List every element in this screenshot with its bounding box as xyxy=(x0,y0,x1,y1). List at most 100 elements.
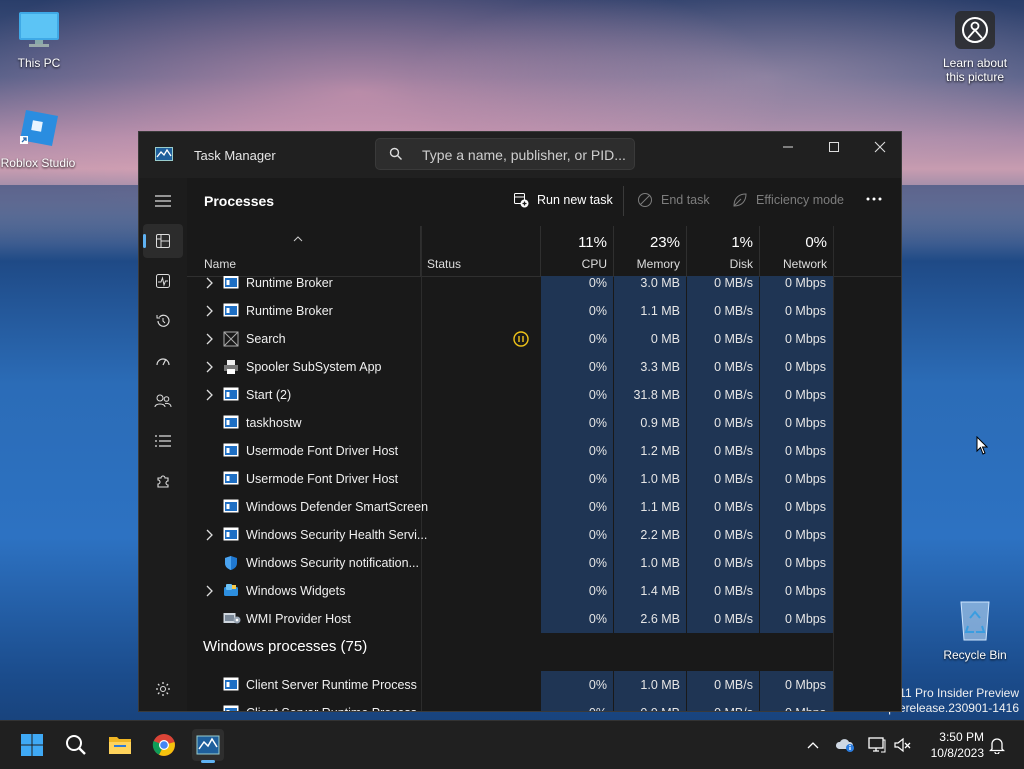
desktop-icon-this-pc[interactable]: This PC xyxy=(0,10,81,70)
taskbar-search-button[interactable] xyxy=(60,729,92,761)
expand-chevron-icon[interactable] xyxy=(205,305,213,320)
minimize-button[interactable] xyxy=(765,132,811,162)
task-manager-app-icon xyxy=(155,147,173,166)
gear-icon xyxy=(156,682,170,696)
cloud-info-icon xyxy=(835,739,854,752)
nav-users[interactable] xyxy=(143,384,183,418)
expand-chevron-icon[interactable] xyxy=(205,389,213,404)
notifications-button[interactable] xyxy=(981,729,1013,761)
folder-icon xyxy=(109,737,131,754)
table-row[interactable]: 0% 1.0 MB 0 MB/s 0 Mbps Client Server Runtim… xyxy=(187,671,901,699)
window-title: Task Manager xyxy=(194,148,276,163)
table-row[interactable]: 0% 1.1 MB 0 MB/s 0 Mbps Runtime Broker xyxy=(187,297,901,325)
table-row[interactable]: 0% 1.0 MB 0 MB/s 0 Mbps Usermode Font Driver… xyxy=(187,465,901,493)
desktop-icon-label-line1: Learn about xyxy=(942,56,1008,70)
taskbar-chrome[interactable] xyxy=(148,729,180,761)
startup-gauge-icon xyxy=(156,358,170,366)
taskbar-task-manager[interactable] xyxy=(192,729,224,763)
expand-chevron-icon[interactable] xyxy=(205,361,213,376)
table-row[interactable]: 0% 0.9 MB 0 MB/s 0 Mbps Client Server Runtim… xyxy=(187,699,901,711)
column-cpu-label: CPU xyxy=(581,257,607,271)
expand-chevron-icon[interactable] xyxy=(205,333,213,348)
processes-icon xyxy=(156,234,170,248)
column-header-cpu[interactable]: 11% CPU xyxy=(541,226,614,276)
process-name: Usermode Font Driver Host xyxy=(246,444,399,458)
history-icon xyxy=(156,314,170,327)
search-box[interactable] xyxy=(375,138,635,170)
expand-chevron-icon[interactable] xyxy=(205,585,213,600)
maximize-button[interactable] xyxy=(811,132,857,162)
table-row[interactable]: 0% 1.0 MB 0 MB/s 0 Mbps Windows Security not… xyxy=(187,549,901,577)
table-row[interactable]: 0% 1.4 MB 0 MB/s 0 Mbps Windows Widgets xyxy=(187,577,901,605)
leaf-icon xyxy=(733,193,747,207)
process-name: Search xyxy=(246,332,286,346)
disk-value: 0 MB/s xyxy=(714,584,753,598)
efficiency-mode-button[interactable]: Efficiency mode xyxy=(732,192,844,208)
close-button[interactable] xyxy=(857,132,903,162)
taskbar-clock[interactable]: 3:50 PM 10/8/2023 xyxy=(931,729,984,761)
column-header-network[interactable]: 0% Network xyxy=(760,226,834,276)
tray-onedrive[interactable] xyxy=(829,729,861,761)
app-frame-icon xyxy=(223,527,239,544)
run-new-task-button[interactable]: Run new task xyxy=(513,192,613,208)
table-row[interactable]: 0% 1.1 MB 0 MB/s 0 Mbps Windows Defender Sma… xyxy=(187,493,901,521)
end-task-button[interactable]: End task xyxy=(637,192,710,208)
title-bar[interactable]: Task Manager xyxy=(139,132,901,178)
clock-date: 10/8/2023 xyxy=(930,746,984,760)
taskbar-file-explorer[interactable] xyxy=(104,729,136,761)
table-row[interactable]: 0% 2.2 MB 0 MB/s 0 Mbps Windows Security Hea… xyxy=(187,521,901,549)
process-name: WMI Provider Host xyxy=(246,612,351,626)
bell-icon xyxy=(989,738,1005,754)
navigation-pane xyxy=(139,178,187,712)
nav-performance[interactable] xyxy=(143,264,183,298)
column-header-name[interactable]: Name xyxy=(187,226,421,276)
memory-value: 0.9 MB xyxy=(640,416,680,430)
start-button[interactable] xyxy=(16,729,48,761)
widgets-icon xyxy=(223,583,239,600)
expand-chevron-icon[interactable] xyxy=(205,529,213,544)
column-header-disk[interactable]: 1% Disk xyxy=(687,226,760,276)
process-name: Windows Defender SmartScreen xyxy=(246,500,429,514)
tray-volume[interactable] xyxy=(887,729,919,761)
table-row[interactable]: 0% 3.3 MB 0 MB/s 0 Mbps Spooler SubSystem Ap… xyxy=(187,353,901,381)
desktop-icon-learn-about-picture[interactable]: Learn about this picture xyxy=(933,10,1017,84)
desktop-icon-label: This PC xyxy=(17,56,61,70)
column-memory-label: Memory xyxy=(636,257,680,271)
nav-startup-apps[interactable] xyxy=(143,344,183,378)
table-row[interactable]: 0% 31.8 MB 0 MB/s 0 Mbps Start (2) xyxy=(187,381,901,409)
table-row[interactable]: 0% 1.2 MB 0 MB/s 0 Mbps Usermode Font Driver… xyxy=(187,437,901,465)
table-row[interactable]: 0% 0.9 MB 0 MB/s 0 Mbps taskhostw xyxy=(187,409,901,437)
memory-value: 3.0 MB xyxy=(640,276,680,290)
app-frame-icon xyxy=(223,705,239,711)
nav-processes[interactable] xyxy=(143,224,183,258)
hamburger-menu-button[interactable] xyxy=(143,184,183,218)
nav-settings[interactable] xyxy=(143,672,183,706)
table-row[interactable]: 0% 0 MB 0 MB/s 0 Mbps Search xyxy=(187,325,901,353)
taskbar: 3:50 PM 10/8/2023 xyxy=(0,720,1024,769)
nav-services[interactable] xyxy=(143,464,183,498)
memory-value: 1.0 MB xyxy=(640,556,680,570)
group-header-windows-processes[interactable]: Windows processes (75) xyxy=(187,633,901,671)
table-row[interactable]: 0% 2.6 MB 0 MB/s 0 Mbps WMI Provider Host xyxy=(187,605,901,633)
memory-value: 1.1 MB xyxy=(640,500,680,514)
column-header-status[interactable]: Status xyxy=(421,226,541,276)
disk-value: 0 MB/s xyxy=(714,276,753,290)
more-options-button[interactable] xyxy=(865,190,883,208)
nav-app-history[interactable] xyxy=(143,304,183,338)
cpu-value: 0% xyxy=(588,500,607,514)
process-name: Client Server Runtime Process xyxy=(246,678,417,692)
table-row[interactable]: 0% 3.0 MB 0 MB/s 0 Mbps Runtime Broker xyxy=(187,276,901,297)
desktop-icon-roblox-studio[interactable]: Roblox Studio xyxy=(0,106,80,170)
cpu-value: 0% xyxy=(588,276,607,290)
recycle-bin-icon xyxy=(933,596,1017,645)
disk-value: 0 MB/s xyxy=(714,556,753,570)
expand-chevron-icon[interactable] xyxy=(205,277,213,292)
nav-details[interactable] xyxy=(143,424,183,458)
network-value: 0 Mbps xyxy=(785,360,826,374)
desktop-icon-recycle-bin[interactable]: Recycle Bin xyxy=(933,596,1017,662)
search-input[interactable] xyxy=(420,144,630,166)
network-value: 0 Mbps xyxy=(785,500,826,514)
column-header-memory[interactable]: 23% Memory xyxy=(614,226,687,276)
show-hidden-icons-button[interactable] xyxy=(797,729,829,761)
network-value: 0 Mbps xyxy=(785,584,826,598)
